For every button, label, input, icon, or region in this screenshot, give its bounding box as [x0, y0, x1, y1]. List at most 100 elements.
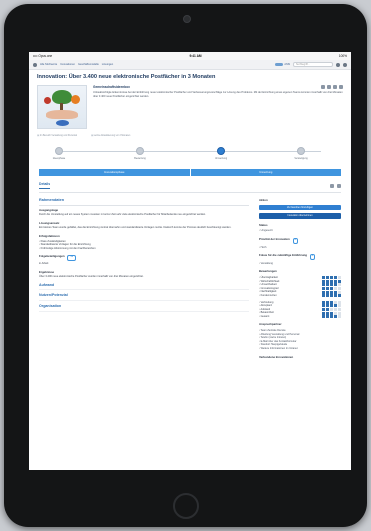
- step-dot-icon: [217, 147, 225, 155]
- rating-square-icon: [326, 315, 329, 319]
- block-followers: Folgebeteiligungen 12 in Arbeit: [39, 255, 249, 265]
- rating-square-icon: [338, 283, 341, 287]
- rating-square-icon: [330, 300, 333, 304]
- rating-squares: [322, 287, 341, 291]
- phase-bar: Innovationsphase Umsetzung: [39, 169, 341, 176]
- block-heading: Ergebnisse: [39, 269, 55, 274]
- sidebar-heading: Ansprechpartner: [259, 322, 282, 327]
- contact-item[interactable]: Weitere Informationen im Intranet: [259, 347, 341, 351]
- rating-square-icon: [334, 276, 337, 280]
- step-3[interactable]: Umsetzung: [201, 147, 241, 160]
- tab-row: Details: [39, 182, 341, 193]
- nav-item-innovations[interactable]: Innovationen: [60, 63, 75, 66]
- share-icon[interactable]: [321, 85, 325, 89]
- rating-square-icon: [330, 290, 333, 294]
- search-input[interactable]: Suchbegriff...: [293, 62, 333, 67]
- rating-squares: [322, 290, 341, 294]
- rating-square-icon: [334, 315, 337, 319]
- rating-square-icon: [322, 307, 325, 311]
- rating-square-icon: [338, 279, 341, 283]
- rating-label: Gesamt: [259, 315, 270, 319]
- favorite-button[interactable]: Zu Favoriten hinzufügen: [259, 204, 341, 211]
- block-text: Durch die Umstellung auf ein neues Syste…: [39, 213, 206, 217]
- step-label: Bewertung: [134, 157, 146, 160]
- section-effort[interactable]: Aufwand: [39, 283, 249, 291]
- nav-item-solutions[interactable]: Lösungen: [102, 63, 113, 66]
- nav-item-tags[interactable]: Alle Stichworte: [40, 63, 57, 66]
- rating-square-icon: [338, 300, 341, 304]
- ratings-list-secondary: VerbreitungAkzeptanzAufwandBekanntheitGe…: [259, 301, 341, 319]
- rating-squares: [322, 311, 341, 315]
- rating-squares: [322, 283, 341, 287]
- block-success-factors: Erfolgsfaktoren Klare Zuständigkeiten St…: [39, 233, 249, 250]
- rating-square-icon: [338, 294, 341, 298]
- tree-shape: [52, 90, 72, 104]
- home-icon[interactable]: [33, 62, 37, 67]
- priority-value: Hoch: [259, 246, 341, 250]
- rating-square-icon: [326, 300, 329, 304]
- coin-shape: [71, 95, 80, 104]
- rating-square-icon: [322, 290, 325, 294]
- block-heading: Erfolgsfaktoren: [39, 233, 60, 238]
- clock: 9:41 AM: [189, 54, 202, 58]
- toggle-label: ANSI: [284, 63, 290, 66]
- rating-square-icon: [326, 304, 329, 308]
- rating-square-icon: [326, 311, 329, 315]
- home-button[interactable]: [173, 493, 199, 519]
- user-icon[interactable]: [336, 62, 340, 67]
- author-name[interactable]: Gemeinschaftsideenbox: [93, 85, 130, 89]
- contacts-block: Ansprechpartner Team Zentrale Dienste Ab…: [259, 323, 341, 350]
- rating-square-icon: [330, 311, 333, 315]
- print-icon[interactable]: [327, 85, 331, 89]
- status-value: Umgesetzt: [259, 229, 341, 233]
- block-heading: Lösungsansatz: [39, 220, 60, 225]
- rating-square-icon: [334, 300, 337, 304]
- toggle-pill-icon: [275, 62, 284, 67]
- rating-square-icon: [338, 290, 341, 294]
- rating-square-icon: [326, 290, 329, 294]
- step-4[interactable]: Verstetigung: [281, 147, 321, 160]
- toggle-switch[interactable]: ANSI: [275, 62, 290, 67]
- step-2[interactable]: Bewertung: [120, 147, 160, 160]
- focus-count-badge[interactable]: 3: [309, 254, 316, 260]
- status-bar: •••• Opus.one 9:41 AM 100%: [29, 52, 351, 60]
- details-column: Rahmendaten Ausgangslage Durch die Umste…: [39, 198, 249, 364]
- rating-square-icon: [322, 300, 325, 304]
- nav-item-business-models[interactable]: Geschäftsmodelle: [78, 63, 99, 66]
- phase-implementation: Umsetzung: [190, 169, 341, 176]
- rating-square-icon: [322, 294, 325, 298]
- progress-stepper: Ideenphase Bewertung Umsetzung Verstetig…: [39, 147, 341, 167]
- menu-icon[interactable]: [343, 62, 347, 67]
- rating-label: Kundennutzen: [259, 294, 277, 298]
- tab-details[interactable]: Details: [39, 182, 51, 189]
- sidebar: Aktion Zu Favoriten hinzufügen Innovatio…: [259, 198, 341, 364]
- print-icon[interactable]: [337, 183, 341, 188]
- rating-square-icon: [326, 276, 329, 280]
- innovation-image: [37, 85, 87, 129]
- priority-count-badge[interactable]: 2: [292, 237, 298, 244]
- block-heading: Ausgangslage: [39, 207, 59, 212]
- rating-square-icon: [322, 287, 325, 291]
- block-text: Ein kleines Team wurde gebildet, das die…: [39, 226, 232, 230]
- rating-square-icon: [338, 315, 341, 319]
- section-organisation[interactable]: Organisation: [39, 304, 249, 312]
- followers-count-badge[interactable]: 12: [67, 255, 76, 261]
- section-benefit[interactable]: Nutzen/Potenzial: [39, 294, 249, 301]
- ratings-block: Bewertungen ÜbertragbarkeitWirtschaftlic…: [259, 270, 341, 319]
- block-initial-situation: Ausgangslage Durch die Umstellung auf ei…: [39, 207, 249, 217]
- followers-value: in Arbeit: [39, 261, 49, 265]
- sidebar-heading: Fokus für die zukünftige Einführung: [259, 253, 308, 258]
- step-dot-icon: [297, 147, 305, 155]
- bookmark-icon[interactable]: [333, 85, 337, 89]
- rating-square-icon: [334, 290, 337, 294]
- rating-square-icon: [338, 307, 341, 311]
- rating-square-icon: [330, 315, 333, 319]
- more-icon[interactable]: [339, 85, 343, 89]
- rating-squares: [322, 294, 341, 298]
- rating-squares: [322, 304, 341, 308]
- sidebar-heading: Status: [259, 222, 268, 227]
- step-1[interactable]: Ideenphase: [39, 147, 79, 160]
- adopt-button[interactable]: Innovation übernehmen: [259, 213, 341, 219]
- globe-shape: [56, 120, 69, 126]
- edit-icon[interactable]: [330, 183, 334, 188]
